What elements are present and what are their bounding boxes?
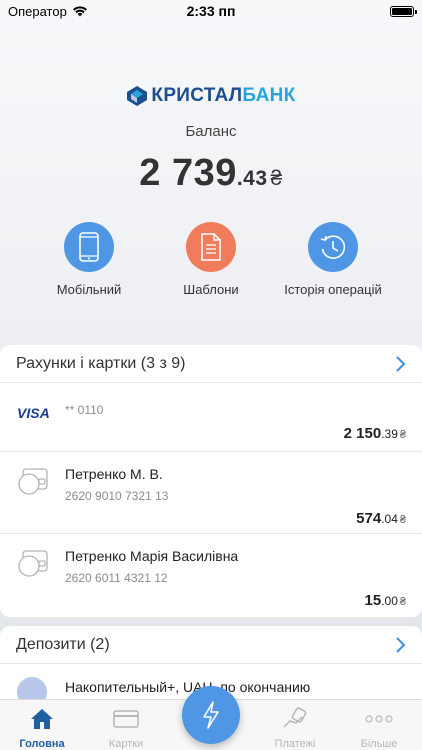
logo-mark-icon	[127, 86, 148, 106]
carrier-label: Оператор	[8, 3, 67, 19]
balance-cents: .43	[236, 167, 268, 190]
history-label: Історія операцій	[284, 282, 382, 297]
account-number: 2620 6011 4321 12	[65, 571, 168, 585]
chevron-right-icon[interactable]	[394, 636, 406, 653]
payments-hand-icon	[283, 707, 307, 728]
quick-pay-fab-button[interactable]	[182, 686, 240, 744]
templates-button[interactable]: Шаблони	[141, 222, 281, 297]
more-dots-icon	[365, 715, 393, 723]
deposit-title: Накопительный+, UAH, по окончанию	[65, 679, 311, 695]
wallet-icon	[18, 550, 48, 577]
document-icon	[201, 233, 221, 261]
wifi-icon	[72, 6, 87, 17]
deposits-title: Депозити (2)	[16, 635, 110, 653]
deposits-header[interactable]: Депозити (2)	[0, 626, 422, 664]
templates-label: Шаблони	[183, 282, 239, 297]
tab-more[interactable]: Більше	[337, 708, 421, 750]
account-number: 2620 9010 7321 13	[65, 489, 169, 503]
lightning-icon	[203, 701, 219, 729]
mobile-topup-button[interactable]: Мобільний	[19, 222, 159, 297]
account-owner: Петренко Марія Василівна	[65, 548, 239, 564]
accounts-card: Рахунки і картки (3 з 9) VISA ** 0110 2 …	[0, 345, 422, 617]
tab-payments[interactable]: Платежі	[253, 707, 337, 750]
visa-logo: VISA	[17, 405, 50, 421]
balance-label: Баланс	[185, 123, 237, 140]
tab-cards-label: Картки	[108, 738, 144, 750]
home-icon	[31, 709, 53, 729]
balance-currency: ₴	[270, 167, 283, 190]
tab-cards[interactable]: Картки	[84, 708, 168, 750]
account-balance: 15.00 ₴	[364, 592, 407, 609]
wallet-icon	[18, 468, 48, 495]
tab-home[interactable]: Головна	[0, 708, 84, 750]
account-row[interactable]: VISA ** 0110 2 150.39 ₴	[0, 383, 422, 452]
header: КРИСТАЛБАНК Баланс 2 739.43₴ Мобільний	[0, 22, 422, 342]
battery-icon	[390, 5, 417, 17]
account-row[interactable]: Петренко М. В. 2620 9010 7321 13 574.04 ₴	[0, 452, 422, 534]
card-icon	[113, 710, 139, 728]
balance-amount: 2 739.43 ₴	[0, 152, 422, 195]
chevron-right-icon[interactable]	[394, 355, 406, 372]
status-bar: Оператор 2:33 пп	[0, 0, 422, 22]
history-button[interactable]: Історія операцій	[263, 222, 403, 297]
history-clock-icon	[320, 235, 346, 259]
account-balance: 2 150.39 ₴	[343, 425, 406, 442]
balance-whole: 2 739	[139, 152, 237, 194]
status-left: Оператор	[8, 4, 88, 19]
bank-logo: КРИСТАЛБАНК	[0, 85, 422, 107]
accounts-header[interactable]: Рахунки і картки (3 з 9)	[0, 345, 422, 383]
account-balance: 574.04 ₴	[356, 510, 406, 527]
tab-home-label: Головна	[19, 738, 65, 750]
mobile-label: Мобільний	[56, 282, 122, 297]
card-number-masked: ** 0110	[65, 403, 104, 417]
accounts-title: Рахунки і картки (3 з 9)	[16, 354, 186, 372]
account-owner: Петренко М. В.	[65, 466, 163, 482]
tab-payments-label: Платежі	[274, 738, 316, 750]
account-row[interactable]: Петренко Марія Василівна 2620 6011 4321 …	[0, 534, 422, 617]
tab-more-label: Більше	[360, 738, 398, 750]
status-time: 2:33 пп	[186, 3, 236, 19]
logo-text: КРИСТАЛБАНК	[151, 85, 296, 106]
phone-icon	[79, 232, 99, 262]
